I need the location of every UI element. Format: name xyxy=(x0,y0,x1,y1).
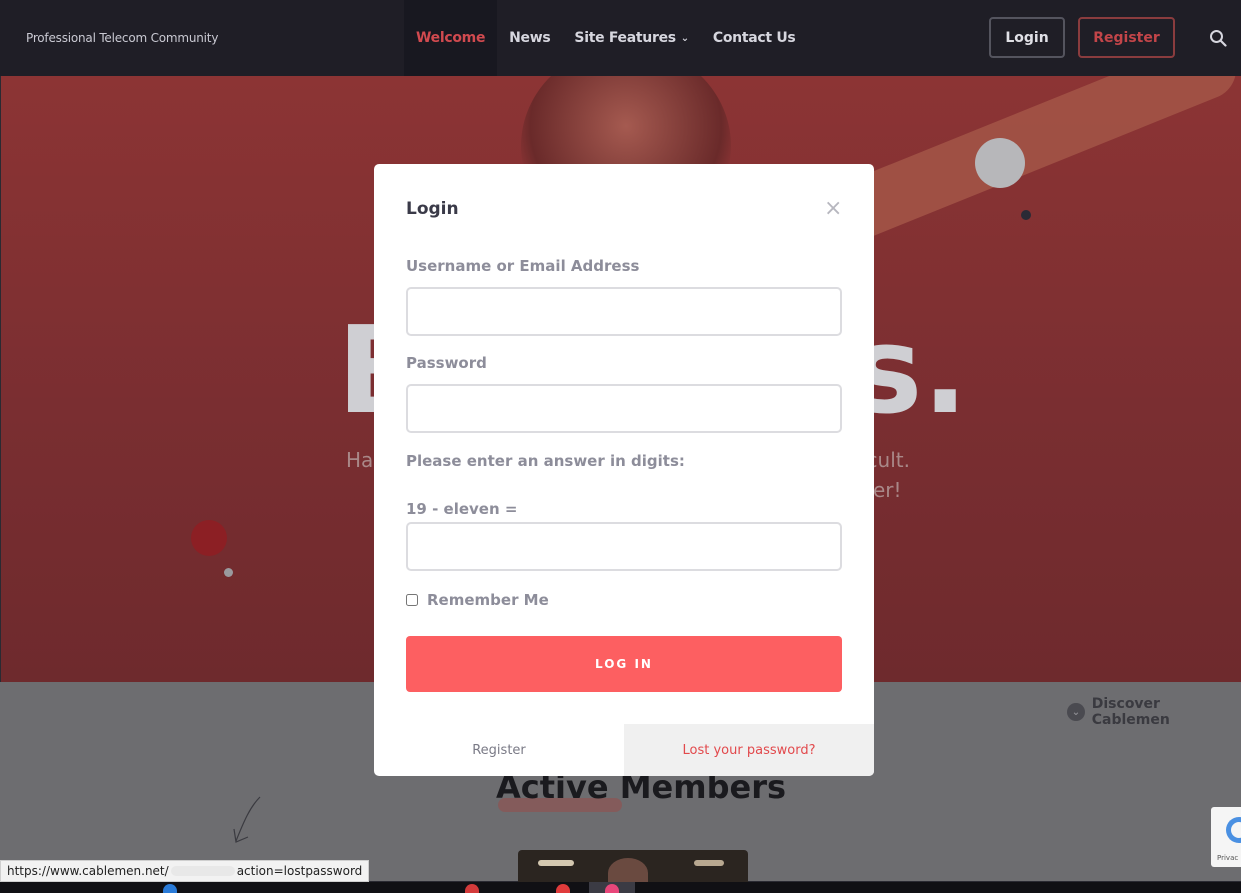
nav-item-site-features[interactable]: Site Features ⌄ xyxy=(562,0,700,76)
chevron-down-icon: ⌄ xyxy=(680,32,689,44)
header-login-button[interactable]: Login xyxy=(989,17,1065,58)
nav-item-welcome[interactable]: Welcome xyxy=(404,0,498,76)
recaptcha-privacy-text: Privac xyxy=(1217,854,1239,862)
recaptcha-icon xyxy=(1226,817,1241,843)
password-input[interactable] xyxy=(406,384,842,433)
remember-me[interactable]: Remember Me xyxy=(406,591,549,609)
chevron-down-icon: ⌄ xyxy=(1067,703,1085,721)
lamp-decoration xyxy=(538,860,574,866)
nav-item-contact-us[interactable]: Contact Us xyxy=(701,0,808,76)
main-nav: Welcome News Site Features ⌄ Contact Us xyxy=(404,0,807,76)
log-in-button[interactable]: LOG IN xyxy=(406,636,842,692)
hero-subtitle-line2-end: er! xyxy=(873,478,902,502)
app-icon[interactable] xyxy=(605,884,619,893)
nav-label: Site Features xyxy=(574,30,676,46)
password-label: Password xyxy=(406,354,487,372)
redacted-text xyxy=(170,866,235,876)
captcha-answer-input[interactable] xyxy=(406,522,842,571)
nav-label: Welcome xyxy=(416,30,486,46)
nav-label: Contact Us xyxy=(712,30,796,46)
decorative-dot xyxy=(224,568,233,577)
app-icon[interactable] xyxy=(465,884,479,893)
login-modal: Login × Username or Email Address Passwo… xyxy=(374,164,874,776)
lamp-decoration xyxy=(694,860,724,866)
nav-item-news[interactable]: News xyxy=(497,0,562,76)
captcha-question: 19 - eleven = xyxy=(406,500,518,518)
lost-password-link[interactable]: Lost your password? xyxy=(624,724,874,776)
url-prefix: https://www.cablemen.net/ xyxy=(7,864,169,878)
remember-me-label: Remember Me xyxy=(427,591,549,609)
app-icon[interactable] xyxy=(556,884,570,893)
member-card-image[interactable] xyxy=(518,850,748,888)
top-navbar: Professional Telecom Community Welcome N… xyxy=(0,0,1241,76)
status-bar-url: https://www.cablemen.net/ action=lostpas… xyxy=(0,860,370,882)
header-register-button[interactable]: Register xyxy=(1078,17,1175,58)
decorative-dot xyxy=(191,520,227,556)
discover-link[interactable]: ⌄ Discover Cablemen xyxy=(1067,696,1241,728)
register-link[interactable]: Register xyxy=(374,724,624,776)
modal-title: Login xyxy=(406,199,459,219)
browser-icon[interactable] xyxy=(163,884,177,893)
hero-subtitle-start: Ha xyxy=(346,448,374,472)
close-icon[interactable]: × xyxy=(824,198,842,220)
url-suffix: action=lostpassword xyxy=(236,864,363,878)
remember-me-checkbox[interactable] xyxy=(406,594,418,606)
username-input[interactable] xyxy=(406,287,842,336)
decorative-dot xyxy=(975,138,1025,188)
nav-label: News xyxy=(509,30,551,46)
search-icon[interactable] xyxy=(1209,29,1227,47)
discover-label: Discover Cablemen xyxy=(1091,696,1170,728)
decorative-dot xyxy=(1021,210,1031,220)
username-label: Username or Email Address xyxy=(406,257,640,275)
arrow-doodle-icon xyxy=(233,796,261,843)
recaptcha-badge[interactable]: Privac xyxy=(1211,807,1241,867)
captcha-prompt: Please enter an answer in digits: xyxy=(406,452,685,470)
site-brand[interactable]: Professional Telecom Community xyxy=(26,31,218,45)
